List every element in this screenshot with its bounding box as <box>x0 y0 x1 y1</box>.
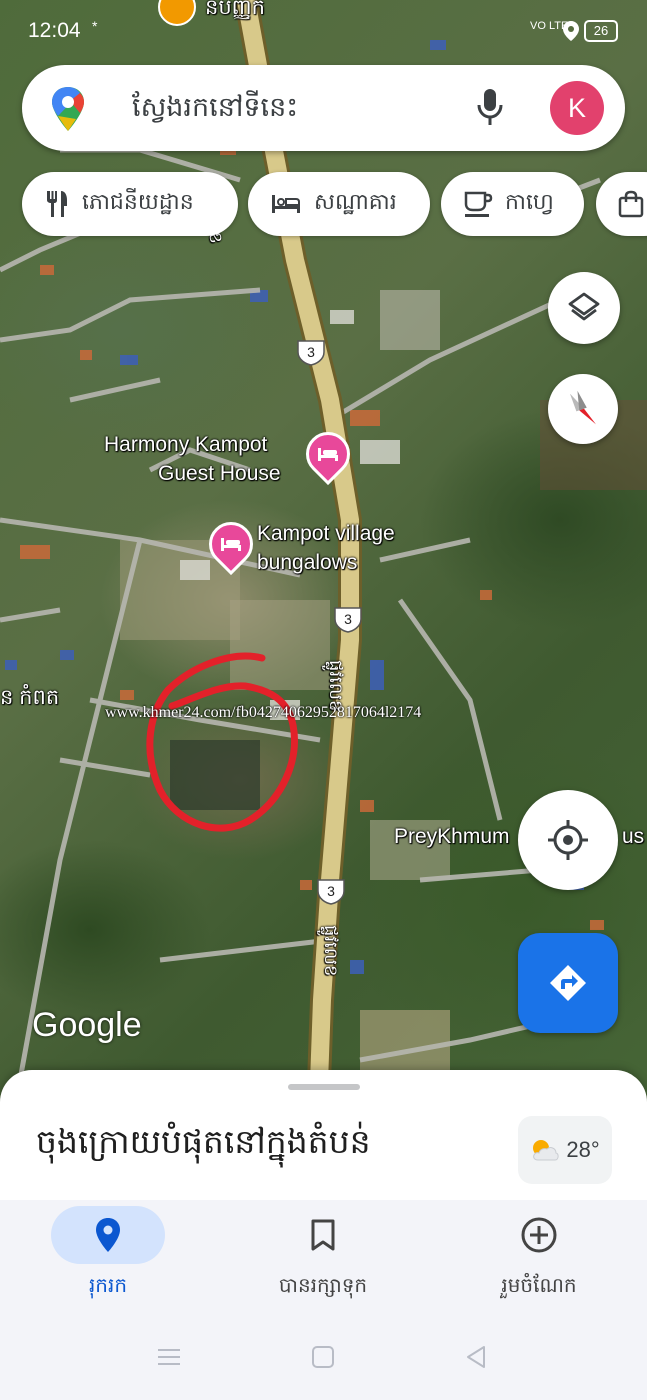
add-circle-icon <box>521 1217 557 1253</box>
nav-saved-label: បានរក្សាទុក <box>278 1273 368 1297</box>
map-label-left-partial: ន កំពត <box>0 686 60 709</box>
compass-button[interactable] <box>548 374 618 444</box>
account-avatar[interactable]: K <box>550 81 604 135</box>
layers-icon <box>568 292 600 321</box>
layers-button[interactable] <box>548 272 620 344</box>
crosshair-icon <box>548 820 588 860</box>
route-shield-2: 3 <box>333 605 363 633</box>
nav-explore-label: រុករក <box>88 1273 128 1297</box>
home-icon[interactable] <box>311 1345 335 1369</box>
chip-coffee[interactable]: កាហ្វេ <box>441 172 584 236</box>
compass-icon <box>570 390 596 425</box>
chip-label-restaurants: ភោជនីយដ្ឋាន <box>82 190 194 215</box>
status-bar: 12:04 * VO LTE 26 <box>0 0 647 62</box>
route-shield-3: 3 <box>316 877 346 905</box>
weather-chip[interactable]: 28° <box>518 1116 612 1184</box>
map-label-preykhmum[interactable]: PreyKhmum <box>394 823 510 851</box>
coffee-icon <box>464 191 493 217</box>
nav-contribute[interactable]: រួមចំណែក <box>439 1200 639 1320</box>
map-label-harmony-line2[interactable]: Guest House <box>158 460 281 488</box>
my-location-button[interactable] <box>518 790 618 890</box>
microphone-icon[interactable] <box>476 87 504 127</box>
route-number: 3 <box>344 611 352 627</box>
watermark-text: www.khmer24.com/fb04274062952817064l2174 <box>105 704 422 721</box>
map-label-village-line1[interactable]: Kampot village <box>257 520 395 548</box>
nav-saved-indicator <box>266 1206 380 1264</box>
chip-hotels[interactable]: សណ្ឋាគារ <box>248 172 430 236</box>
directions-button[interactable] <box>518 933 618 1033</box>
nav-explore[interactable]: រុករក <box>8 1200 208 1320</box>
bed-icon <box>318 448 338 461</box>
battery-icon: 26 <box>584 20 618 42</box>
location-status-icon <box>563 21 579 41</box>
nav-saved[interactable]: បានរក្សាទុក <box>223 1200 423 1320</box>
chip-restaurants[interactable]: ភោជនីយដ្ឋាន <box>22 172 238 236</box>
route-number: 3 <box>307 344 315 360</box>
google-logo: Google <box>32 1006 142 1044</box>
hotel-icon <box>272 195 300 213</box>
explore-pin-icon <box>96 1218 120 1252</box>
road-label-lower: ផ្លូវលេខ <box>321 925 341 977</box>
back-icon[interactable] <box>464 1344 488 1370</box>
route-number: 3 <box>327 883 335 899</box>
status-time: 12:04 <box>28 19 81 42</box>
nav-explore-indicator <box>51 1206 165 1264</box>
map-label-preykhmum-suffix: us <box>622 825 645 848</box>
sheet-title: ចុងក្រោយបំផុតនៅក្នុងតំបន់ <box>36 1122 371 1161</box>
search-input[interactable]: ស្វែងរកនៅទីនេះ <box>132 91 298 130</box>
sheet-drag-handle[interactable] <box>288 1084 360 1090</box>
map-label-village-line2[interactable]: bungalows <box>257 549 357 577</box>
chip-label-coffee: កាហ្វេ <box>505 190 554 215</box>
bookmark-icon <box>311 1219 335 1251</box>
bottom-navigation: រុករក បានរក្សាទុក រួមចំណែក <box>0 1200 647 1320</box>
restaurant-icon <box>47 191 67 217</box>
shopping-bag-icon <box>618 190 644 218</box>
route-shield-1: 3 <box>296 338 326 366</box>
notification-dot-icon: * <box>92 18 98 34</box>
nav-contribute-indicator <box>482 1206 596 1264</box>
partly-cloudy-icon <box>533 1140 559 1161</box>
directions-icon <box>550 965 586 1001</box>
temperature: 28° <box>566 1137 600 1162</box>
search-bar[interactable]: ស្វែងរកនៅទីនេះ K <box>22 65 625 151</box>
map-label-harmony-line1[interactable]: Harmony Kampot <box>104 431 267 459</box>
chip-label-hotels: សណ្ឋាគារ <box>314 190 397 215</box>
battery-level: 26 <box>593 23 609 38</box>
bed-icon <box>221 538 241 551</box>
nav-contribute-label: រួមចំណែក <box>501 1273 577 1297</box>
google-maps-logo-icon <box>52 87 84 131</box>
menu-icon[interactable] <box>156 1346 182 1368</box>
system-navigation-bar <box>0 1320 647 1400</box>
